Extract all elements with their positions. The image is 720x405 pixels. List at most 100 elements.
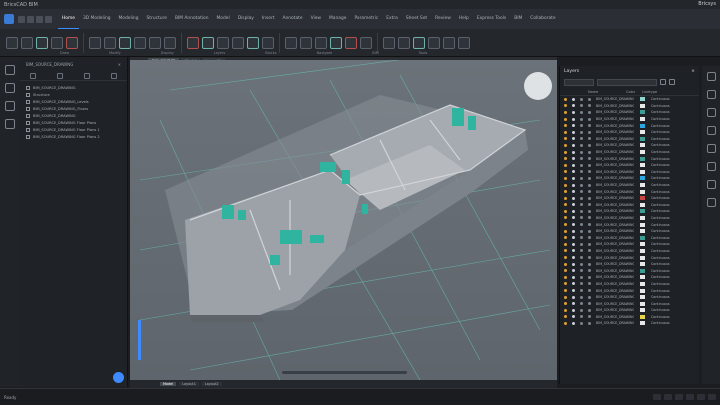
layer-row[interactable]: BIM_SOURCE_DRAWING Continuous (560, 162, 699, 169)
layer-row[interactable]: BIM_SOURCE_DRAWING Continuous (560, 195, 699, 202)
layer-lock-icon[interactable] (588, 275, 591, 279)
layer-color-swatch[interactable] (640, 235, 645, 240)
layer-row[interactable]: BIM_SOURCE_DRAWING Continuous (560, 248, 699, 255)
layer-freeze-icon[interactable] (580, 183, 583, 187)
close-icon[interactable]: × (118, 62, 121, 67)
layer-row[interactable]: BIM_SOURCE_DRAWING Continuous (560, 142, 699, 149)
layer-color-swatch[interactable] (640, 196, 645, 201)
menu-tab[interactable]: Sheet Set (402, 9, 431, 29)
browser-tree-item[interactable]: BIM_SOURCE_DRAWING Floor Plans 2 (26, 133, 121, 140)
layer-on-icon[interactable] (572, 163, 575, 167)
layer-freeze-icon[interactable] (580, 275, 583, 279)
layer-color-swatch[interactable] (640, 110, 645, 115)
ribbon-tool-button[interactable] (285, 36, 297, 49)
layer-lock-icon[interactable] (588, 262, 591, 266)
layer-on-icon[interactable] (572, 150, 575, 154)
layer-on-icon[interactable] (572, 308, 575, 312)
layer-freeze-icon[interactable] (580, 203, 583, 207)
layer-row[interactable]: BIM_SOURCE_DRAWING Continuous (560, 122, 699, 129)
layer-lock-icon[interactable] (588, 196, 591, 200)
menu-tab[interactable]: Review (431, 9, 455, 29)
layer-freeze-icon[interactable] (580, 236, 583, 240)
layer-freeze-icon[interactable] (580, 315, 583, 319)
layer-color-swatch[interactable] (640, 321, 645, 326)
menu-tab[interactable]: Insert (258, 9, 279, 29)
menu-tab[interactable]: Structure (143, 9, 171, 29)
materials-icon[interactable] (706, 162, 716, 171)
menu-tab[interactable]: Parametric (350, 9, 382, 29)
layer-row[interactable]: BIM_SOURCE_DRAWING Continuous (560, 267, 699, 274)
layer-freeze-icon[interactable] (580, 163, 583, 167)
text-icon[interactable] (5, 101, 15, 111)
layer-lock-icon[interactable] (588, 137, 591, 141)
layer-color-swatch[interactable] (640, 215, 645, 220)
layer-freeze-icon[interactable] (580, 157, 583, 161)
ribbon-tool-button[interactable] (315, 36, 327, 49)
layer-color-swatch[interactable] (640, 97, 645, 102)
layer-row[interactable]: BIM_SOURCE_DRAWING Continuous (560, 300, 699, 307)
ribbon-tool-button[interactable] (300, 36, 312, 49)
layer-color-swatch[interactable] (640, 288, 645, 293)
layer-on-icon[interactable] (572, 269, 575, 273)
menu-tab[interactable]: BIM (510, 9, 526, 29)
layer-lock-icon[interactable] (588, 150, 591, 154)
layer-lock-icon[interactable] (588, 289, 591, 293)
layer-color-swatch[interactable] (640, 229, 645, 234)
layer-lock-icon[interactable] (588, 308, 591, 312)
ribbon-tool-button[interactable] (383, 36, 395, 49)
layer-on-icon[interactable] (572, 203, 575, 207)
layer-color-swatch[interactable] (640, 189, 645, 194)
layer-lock-icon[interactable] (588, 236, 591, 240)
menu-tab[interactable]: View (307, 9, 325, 29)
menu-tab[interactable]: Display (234, 9, 258, 29)
ribbon-tool-button[interactable] (187, 36, 199, 49)
osnap-toggle-icon[interactable] (697, 394, 705, 400)
menu-tab[interactable]: Annotate (278, 9, 306, 29)
menu-tab[interactable]: BIM Annotation (171, 9, 213, 29)
ribbon-tool-button[interactable] (413, 36, 425, 49)
layer-color-swatch[interactable] (640, 176, 645, 181)
layer-freeze-icon[interactable] (580, 256, 583, 260)
ribbon-tool-button[interactable] (202, 36, 214, 49)
layer-on-icon[interactable] (572, 176, 575, 180)
layer-freeze-icon[interactable] (580, 282, 583, 286)
layer-lock-icon[interactable] (588, 216, 591, 220)
layer-row[interactable]: BIM_SOURCE_DRAWING Continuous (560, 274, 699, 281)
layer-freeze-icon[interactable] (580, 143, 583, 147)
layer-color-swatch[interactable] (640, 268, 645, 273)
properties-icon[interactable] (706, 72, 716, 81)
ribbon-tool-button[interactable] (398, 36, 410, 49)
layer-color-swatch[interactable] (640, 136, 645, 141)
layer-row[interactable]: BIM_SOURCE_DRAWING Continuous (560, 109, 699, 116)
ribbon-tool-button[interactable] (134, 36, 146, 49)
layer-on-icon[interactable] (572, 302, 575, 306)
layer-row[interactable]: BIM_SOURCE_DRAWING Continuous (560, 261, 699, 268)
layer-color-swatch[interactable] (640, 308, 645, 313)
sections-icon[interactable] (706, 198, 716, 207)
layer-color-swatch[interactable] (640, 117, 645, 122)
ribbon-tool-button[interactable] (247, 36, 259, 49)
grid-toggle-icon[interactable] (664, 394, 672, 400)
layer-lock-icon[interactable] (588, 223, 591, 227)
ribbon-tool-button[interactable] (66, 36, 78, 49)
layer-lock-icon[interactable] (588, 124, 591, 128)
layer-freeze-icon[interactable] (580, 242, 583, 246)
browser-tree-item[interactable]: BIM_SOURCE_DRAWING Floor Plans 1 (26, 126, 121, 133)
menu-tab[interactable]: Extra (382, 9, 402, 29)
open-icon[interactable] (27, 15, 34, 23)
account-name[interactable]: Bricsys (698, 1, 716, 7)
view-cube[interactable] (524, 72, 552, 100)
undo-icon[interactable] (45, 15, 52, 23)
layer-row[interactable]: BIM_SOURCE_DRAWING Continuous (560, 234, 699, 241)
layer-on-icon[interactable] (572, 242, 575, 246)
layer-on-icon[interactable] (572, 124, 575, 128)
layer-freeze-icon[interactable] (580, 295, 583, 299)
layer-freeze-icon[interactable] (580, 249, 583, 253)
layer-color-swatch[interactable] (640, 130, 645, 135)
layer-lock-icon[interactable] (588, 143, 591, 147)
link-icon[interactable] (5, 119, 15, 129)
layer-on-icon[interactable] (572, 236, 575, 240)
layer-row[interactable]: BIM_SOURCE_DRAWING Continuous (560, 116, 699, 123)
layer-freeze-icon[interactable] (580, 170, 583, 174)
layer-lock-icon[interactable] (588, 117, 591, 121)
